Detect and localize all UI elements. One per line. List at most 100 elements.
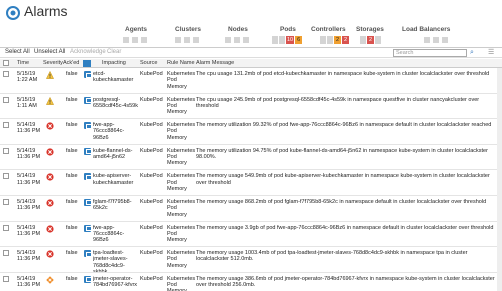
- row-acked: false: [66, 122, 78, 129]
- table-row[interactable]: 5/14/19 11:36 PM false jmeter-operator-7…: [0, 273, 502, 291]
- row-impacting[interactable]: kube-flannel-ds-amd64-j5n62: [93, 148, 138, 161]
- row-alarm-message: The cpu usage 131.2mb of pod etcd-kubech…: [196, 71, 490, 77]
- search-input[interactable]: Search: [393, 49, 467, 57]
- critical-severity-icon: [46, 250, 54, 258]
- row-time: 5/14/19 11:36 PM: [17, 173, 41, 186]
- column-alarm-message[interactable]: Alarm Message: [196, 60, 234, 66]
- column-impacting[interactable]: Impacting: [102, 60, 126, 66]
- load-balancers-counters: [424, 37, 448, 43]
- row-source: KubePod: [140, 71, 163, 77]
- acknowledge-button[interactable]: Acknowledge: [70, 49, 106, 55]
- category-nodes[interactable]: Nodes: [228, 26, 248, 33]
- row-source: KubePod: [140, 250, 163, 257]
- pods-critical-count[interactable]: 10: [286, 36, 295, 44]
- category-pods[interactable]: Pods: [280, 26, 296, 33]
- category-controllers[interactable]: Controllers: [311, 26, 346, 33]
- table-row[interactable]: 5/14/19 11:36 PM false fglam-f7f795b8-65…: [0, 196, 502, 222]
- row-acked: false: [66, 250, 78, 257]
- table-row[interactable]: 5/14/19 11:36 PM false fwe-app-76ccc8864…: [0, 119, 502, 145]
- critical-severity-icon: [46, 199, 54, 207]
- select-all-button[interactable]: Select All: [5, 49, 30, 55]
- row-rule-name: Kubernetes Pod Memory: [167, 250, 195, 269]
- row-source: KubePod: [140, 122, 163, 129]
- clear-button[interactable]: Clear: [107, 49, 121, 55]
- column-settings-icon[interactable]: ☰: [488, 49, 498, 57]
- row-checkbox[interactable]: [3, 198, 9, 205]
- row-checkbox[interactable]: [3, 122, 9, 129]
- row-checkbox[interactable]: [3, 275, 9, 282]
- column-time[interactable]: Time: [17, 60, 29, 66]
- search-icon[interactable]: ⌕: [470, 49, 480, 57]
- row-impacting[interactable]: postgresql-6558cdf45c-4s59k: [93, 97, 138, 110]
- category-clusters[interactable]: Clusters: [175, 26, 201, 33]
- row-acked: false: [66, 198, 78, 205]
- table-row[interactable]: 5/15/19 1:11 AM false postgresql-6558cdf…: [0, 94, 502, 120]
- pod-icon: [84, 147, 92, 155]
- row-impacting[interactable]: etcd-kubechkamaster: [93, 71, 138, 84]
- row-source: KubePod: [140, 275, 163, 282]
- table-row[interactable]: 5/14/19 11:36 PM false kube-apiserver-ku…: [0, 170, 502, 196]
- row-acked: false: [66, 71, 78, 77]
- row-time: 5/14/19 11:36 PM: [17, 198, 41, 212]
- major-severity-icon: [46, 275, 54, 284]
- category-load-balancers[interactable]: Load Balancers: [402, 26, 450, 33]
- table-row[interactable]: 5/14/19 11:36 PM false fwe-app-76ccc8864…: [0, 222, 502, 248]
- controllers-major-count[interactable]: 2: [334, 36, 341, 44]
- pod-icon: [84, 122, 92, 130]
- pod-icon: [84, 96, 92, 104]
- column-rule-name[interactable]: Rule Name: [167, 60, 195, 66]
- row-rule-name: Kubernetes Pod Memory: [167, 198, 195, 218]
- row-checkbox[interactable]: [3, 224, 9, 231]
- controllers-counters: 2 2: [320, 36, 349, 44]
- table-row[interactable]: 5/14/19 11:36 PM false tpa-loadtest-jmet…: [0, 247, 502, 273]
- row-impacting[interactable]: tpa-loadtest-jmeter-slaves-768d8c4dc9-sk…: [93, 250, 138, 272]
- pods-major-count[interactable]: 6: [295, 36, 303, 44]
- critical-severity-icon: [46, 122, 54, 130]
- unselect-all-button[interactable]: Unselect All: [34, 49, 65, 55]
- row-alarm-message: The memory usage 868.2mb of pod fglam-f7…: [196, 198, 487, 205]
- row-alarm-message: The cpu usage 245.9mb of pod postgresql-…: [196, 96, 480, 109]
- row-checkbox[interactable]: [3, 250, 9, 257]
- agents-counters: [123, 37, 147, 43]
- row-alarm-message: The memory utilization 94.75% of pod kub…: [196, 147, 488, 161]
- critical-severity-icon: [46, 148, 54, 156]
- row-acked: false: [66, 147, 78, 154]
- row-rule-name: Kubernetes Pod Memory: [167, 147, 195, 167]
- column-severity[interactable]: Severity: [43, 60, 63, 66]
- row-rule-name: Kubernetes Pod Memory: [167, 71, 195, 90]
- alarms-table: Time Severity Ack'ed Impacting Source Ru…: [0, 59, 502, 291]
- row-time: 5/15/19 1:11 AM: [17, 96, 37, 109]
- row-rule-name: Kubernetes Pod Memory: [167, 173, 195, 192]
- table-row[interactable]: 5/15/19 1:22 AM false etcd-kubechkamaste…: [0, 68, 502, 94]
- pod-icon: [84, 250, 92, 258]
- category-storages[interactable]: Storages: [356, 26, 384, 33]
- row-alarm-message: The memory usage 386.6mb of pod jmeter-o…: [196, 275, 495, 289]
- row-time: 5/14/19 11:36 PM: [17, 250, 41, 263]
- pod-icon: [84, 173, 92, 181]
- table-scrollbar[interactable]: [497, 68, 502, 291]
- storages-critical-count[interactable]: 2: [367, 36, 374, 44]
- pod-icon: [84, 71, 92, 78]
- controllers-critical-count[interactable]: 2: [342, 36, 349, 44]
- row-rule-name: Kubernetes Pod Memory: [167, 122, 195, 141]
- row-impacting[interactable]: jmeter-operator-784bd76967-kfvrx: [93, 276, 138, 289]
- pod-icon: [84, 275, 92, 283]
- row-checkbox[interactable]: [3, 173, 9, 180]
- row-checkbox[interactable]: [3, 71, 9, 77]
- row-checkbox[interactable]: [3, 96, 9, 103]
- row-impacting[interactable]: fglam-f7f795b8-65k2c: [93, 199, 138, 212]
- category-agents[interactable]: Agents: [125, 26, 147, 33]
- row-source: KubePod: [140, 96, 163, 103]
- pod-icon: [84, 198, 92, 206]
- row-impacting[interactable]: fwe-app-76ccc8864c-96Bz6: [93, 225, 138, 244]
- alarms-header: Alarms Agents Clusters Nodes Pods 10 6 C…: [0, 0, 502, 48]
- column-acked[interactable]: Ack'ed: [63, 60, 79, 66]
- table-row[interactable]: 5/14/19 11:36 PM false kube-flannel-ds-a…: [0, 145, 502, 171]
- select-all-checkbox[interactable]: [3, 60, 9, 66]
- column-source[interactable]: Source: [140, 60, 157, 66]
- row-alarm-message: The memory usage 3.9gb of pod fwe-app-76…: [196, 224, 494, 231]
- row-impacting[interactable]: fwe-app-76ccc8864c-96Bz6: [93, 122, 138, 141]
- row-checkbox[interactable]: [3, 147, 9, 154]
- row-time: 5/14/19 11:36 PM: [17, 275, 41, 289]
- row-impacting[interactable]: kube-apiserver-kubechkamaster: [93, 173, 138, 186]
